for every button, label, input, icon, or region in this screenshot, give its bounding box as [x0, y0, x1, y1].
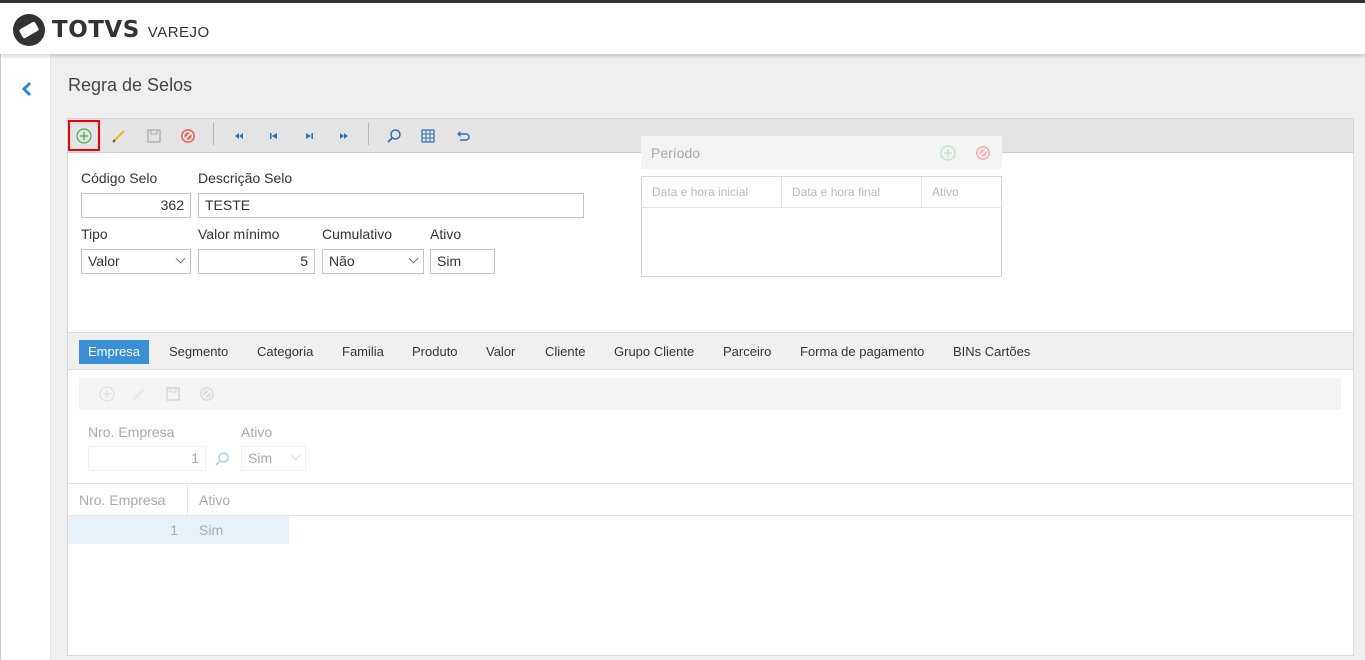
tab-forma-de-pagamento[interactable]: Forma de pagamento	[791, 340, 933, 364]
tab-produto[interactable]: Produto	[403, 340, 467, 364]
add-button[interactable]	[68, 120, 100, 151]
tab-familia[interactable]: Familia	[333, 340, 393, 364]
app-header: TOTVS VAREJO	[0, 3, 1365, 54]
previous-record-button[interactable]	[260, 124, 288, 148]
tab-valor[interactable]: Valor	[477, 340, 524, 364]
cumulativo-select[interactable]: Não	[322, 249, 424, 274]
ativo-label: Ativo	[430, 226, 462, 242]
grid-col-nro-empresa[interactable]: Nro. Empresa	[68, 485, 188, 516]
last-record-button[interactable]	[330, 124, 358, 148]
periodo-header: Período	[641, 136, 1002, 169]
tipo-label: Tipo	[81, 226, 108, 242]
grid-col-ativo[interactable]: Ativo	[188, 485, 1353, 516]
remove-periodo-icon[interactable]	[975, 145, 991, 161]
tipo-value: Valor	[88, 253, 120, 269]
search-button[interactable]	[380, 124, 408, 148]
tab-grupo-cliente[interactable]: Grupo Cliente	[605, 340, 703, 364]
tab-empresa[interactable]: Empresa	[79, 340, 150, 364]
table-row[interactable]: 1 Sim	[68, 516, 289, 544]
search-icon	[387, 129, 401, 143]
descricao-selo-field[interactable]: TESTE	[198, 193, 584, 218]
row-ativo: Sim	[199, 522, 224, 538]
brand-name: TOTVS	[52, 17, 140, 43]
grid-icon	[421, 129, 435, 143]
descricao-selo-label: Descrição Selo	[198, 170, 293, 186]
tab-bins-cartoes[interactable]: BINs Cartões	[944, 340, 1039, 364]
next-record-button[interactable]	[295, 124, 323, 148]
cumulativo-label: Cumulativo	[322, 226, 393, 242]
search-icon[interactable]	[214, 451, 230, 467]
add-periodo-icon[interactable]	[940, 145, 956, 161]
periodo-grid: Data e hora inicial Data e hora final At…	[641, 176, 1002, 277]
cancel-icon[interactable]	[199, 386, 215, 402]
cancel-icon	[181, 129, 195, 143]
row-nro-empresa: 1	[170, 522, 178, 538]
cumulativo-value: Não	[329, 253, 355, 269]
toolbar-separator	[368, 123, 369, 145]
record-panel: Código Selo 362 Descrição Selo TESTE Tip…	[67, 118, 1354, 656]
nro-empresa-field[interactable]: 1	[88, 446, 206, 471]
left-nav	[0, 54, 51, 660]
edit-icon[interactable]	[131, 386, 147, 402]
empresa-form: Nro. Empresa 1 Ativo Sim	[68, 410, 1353, 484]
tab-segmento[interactable]: Segmento	[160, 340, 237, 364]
empresa-ativo-select[interactable]: Sim	[241, 446, 306, 471]
chevron-down-icon	[290, 450, 301, 461]
periodo-col-inicial[interactable]: Data e hora inicial	[642, 177, 782, 208]
codigo-selo-field[interactable]: 362	[81, 193, 191, 218]
main-content: Regra de Selos Código Selo 362 Descrição…	[51, 54, 1365, 660]
back-chevron-icon[interactable]	[18, 80, 36, 98]
periodo-col-ativo[interactable]: Ativo	[922, 177, 1001, 208]
save-button[interactable]	[140, 124, 168, 148]
ativo-field[interactable]: Sim	[430, 249, 495, 274]
codigo-selo-label: Código Selo	[81, 170, 158, 186]
periodo-col-final[interactable]: Data e hora final	[782, 177, 922, 208]
page-title: Regra de Selos	[68, 75, 193, 95]
grid-button[interactable]	[414, 124, 442, 148]
periodo-title: Período	[651, 145, 701, 161]
valor-minimo-label: Valor mínimo	[198, 226, 280, 242]
app-logo: TOTVS VAREJO	[12, 13, 210, 47]
totvs-logo-icon	[13, 14, 45, 46]
save-icon	[147, 129, 161, 143]
add-icon	[76, 127, 92, 144]
empresa-tab-content: Nro. Empresa 1 Ativo Sim Nro. Empresa At…	[68, 370, 1353, 655]
tabs-bar: Empresa Segmento Categoria Familia Produ…	[68, 332, 1353, 370]
toolbar-separator	[213, 123, 214, 145]
valor-minimo-field[interactable]: 5	[198, 249, 315, 274]
periodo-section: Período Data e hora inicial Data e hora …	[641, 136, 1002, 277]
add-icon[interactable]	[99, 386, 115, 402]
chevron-down-icon	[175, 253, 186, 264]
nro-empresa-label: Nro. Empresa	[88, 424, 175, 440]
edit-button[interactable]	[105, 124, 133, 148]
tab-parceiro[interactable]: Parceiro	[714, 340, 780, 364]
undo-icon	[457, 131, 470, 141]
chevron-down-icon	[408, 253, 419, 264]
next-icon	[306, 133, 313, 139]
save-icon[interactable]	[165, 386, 181, 402]
tipo-select[interactable]: Valor	[81, 249, 191, 274]
last-icon	[340, 133, 348, 139]
first-icon	[235, 133, 243, 139]
cancel-button[interactable]	[174, 124, 202, 148]
tab-categoria[interactable]: Categoria	[248, 340, 322, 364]
undo-button[interactable]	[449, 124, 477, 148]
empresa-grid: Nro. Empresa Ativo 1 Sim	[68, 485, 1353, 655]
empresa-ativo-value: Sim	[248, 450, 273, 466]
empresa-ativo-label: Ativo	[241, 424, 273, 440]
first-record-button[interactable]	[225, 124, 253, 148]
empresa-toolbar	[79, 378, 1341, 410]
tab-cliente[interactable]: Cliente	[536, 340, 594, 364]
edit-icon	[112, 130, 125, 143]
brand-sub: VAREJO	[147, 23, 210, 41]
previous-icon	[270, 133, 277, 139]
